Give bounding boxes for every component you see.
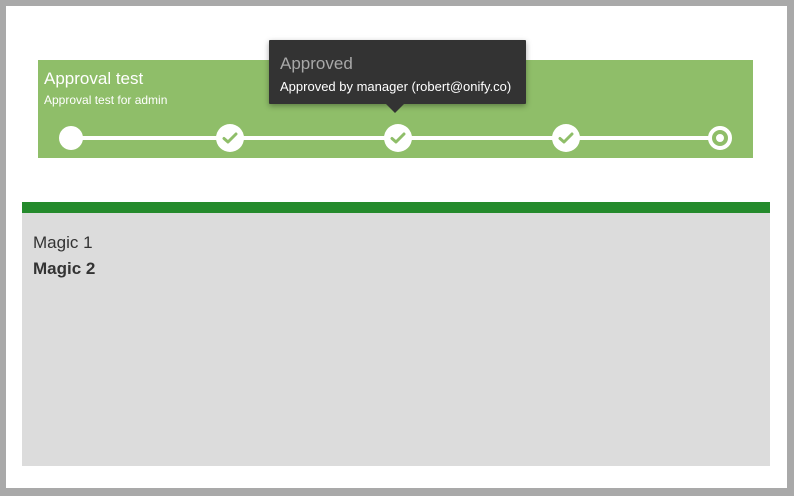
step-2-approved[interactable] — [216, 124, 244, 152]
magic-2-text: Magic 2 — [33, 259, 96, 278]
page-frame: Approval test Approval test for admin Ap… — [6, 6, 787, 488]
tooltip-title: Approved — [280, 54, 353, 73]
step-1-current[interactable] — [59, 126, 83, 150]
step-tooltip: Approved Approved by manager (robert@oni… — [269, 40, 526, 113]
step-3-approved[interactable] — [384, 124, 412, 152]
magic-1-text: Magic 1 — [33, 233, 93, 252]
check-icon — [222, 132, 238, 144]
check-icon — [558, 132, 574, 144]
approval-subtitle: Approval test for admin — [44, 93, 168, 107]
step-4-approved[interactable] — [552, 124, 580, 152]
approval-title: Approval test — [44, 69, 144, 88]
check-icon — [390, 132, 406, 144]
tooltip-body: Approved by manager (robert@onify.co) — [280, 79, 512, 94]
content-panel: Magic 1 Magic 2 — [22, 202, 770, 466]
panel-header-bar — [22, 202, 770, 213]
step-5-pending[interactable] — [708, 126, 732, 150]
